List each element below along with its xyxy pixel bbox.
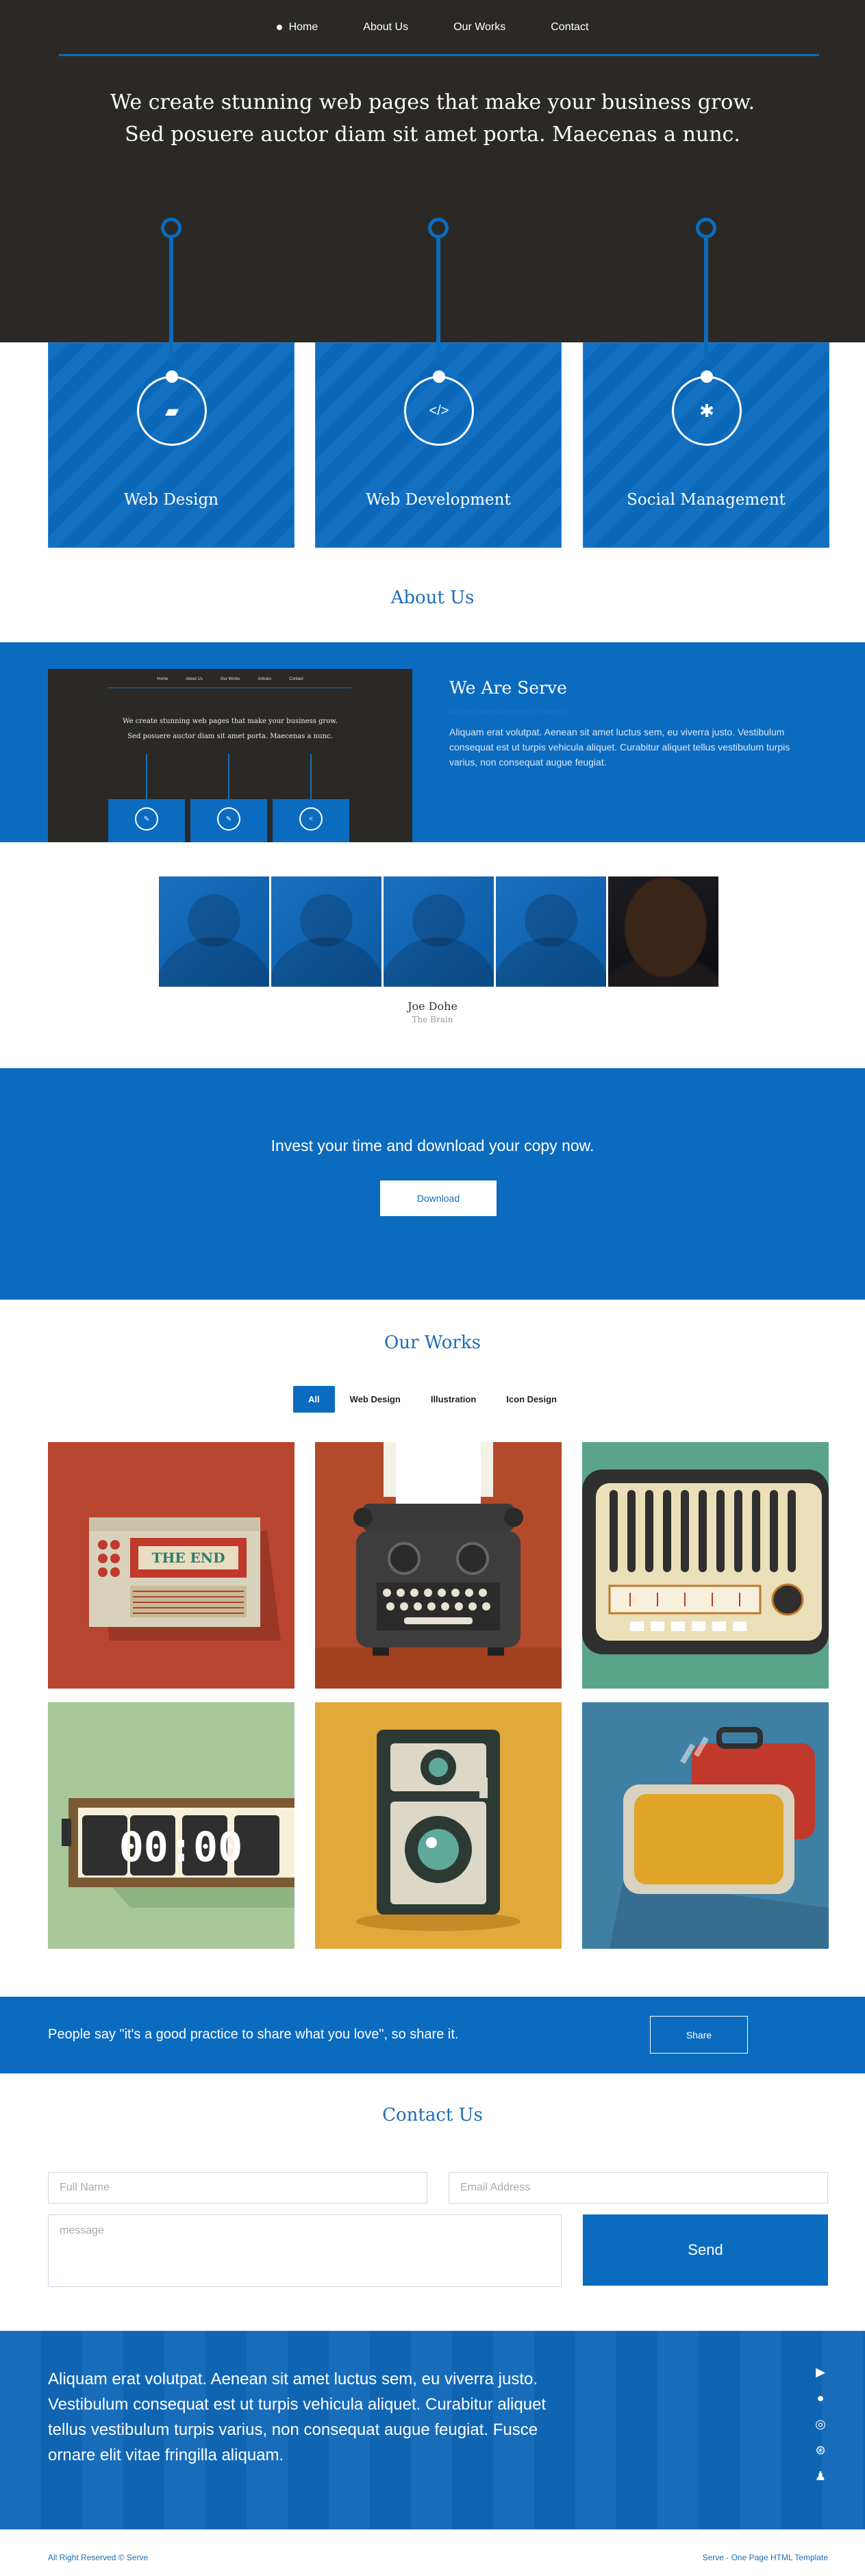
send-button[interactable]: Send (583, 2214, 828, 2286)
nav-item-works[interactable]: Our Works (431, 21, 528, 34)
bottom-bar: All Right Reserved © Serve Serve - One P… (0, 2536, 865, 2576)
filter-web-design[interactable]: Web Design (335, 1386, 416, 1413)
nav-item-about[interactable]: About Us (340, 21, 431, 34)
full-name-field[interactable] (48, 2172, 427, 2204)
clock-digits: 00:00 (119, 1823, 243, 1871)
about-body: Aliquam erat volutpat. Aenean sit amet l… (449, 727, 790, 768)
filter-icon-design[interactable]: Icon Design (491, 1386, 572, 1413)
nav-item-label: Contact (551, 21, 589, 33)
share-text: People say "it's a good practice to shar… (48, 2027, 459, 2042)
copyright: All Right Reserved © Serve (48, 2553, 149, 2562)
team-member-photo[interactable] (384, 876, 494, 987)
contact-heading: Contact Us (382, 2105, 483, 2125)
work-item[interactable] (582, 1442, 829, 1689)
camera-illustration (315, 1702, 562, 1949)
works-heading: Our Works (384, 1333, 481, 1353)
hero-line-2: Sed posuere auctor diam sit amet porta. … (125, 123, 740, 147)
nav-item-label: About Us (363, 21, 409, 33)
email-field[interactable] (449, 2172, 828, 2204)
work-item[interactable] (315, 1442, 562, 1689)
service-pin (48, 218, 294, 382)
message-field[interactable] (48, 2214, 562, 2287)
work-item[interactable]: 00:00 (48, 1702, 294, 1949)
about-heading: About Us (390, 588, 475, 608)
cta-text: Invest your time and download your copy … (271, 1137, 594, 1154)
social-links: ▶ ● ◎ ⊛ ♟ (812, 2364, 829, 2484)
suitcase-illustration (582, 1702, 829, 1949)
the-end-box-illustration: THE END (48, 1442, 294, 1689)
instagram-icon[interactable]: ◎ (812, 2416, 829, 2432)
template-credit[interactable]: Serve - One Page HTML Template (703, 2553, 828, 2562)
pin-ring-icon (696, 218, 716, 238)
eraser-icon: ✎ (135, 807, 158, 831)
share-banner: People say "it's a good practice to shar… (0, 1997, 865, 2073)
share-button[interactable]: Share (650, 2016, 748, 2054)
work-item[interactable] (582, 1702, 829, 1949)
hero-line-1: We create stunning web pages that make y… (110, 90, 755, 114)
footer-text: Aliquam erat volutpat. Aenean sit amet l… (48, 2370, 547, 2464)
service-title: Social Management (627, 491, 786, 509)
work-item[interactable]: THE END (48, 1442, 294, 1689)
team-member-name: Joe Dohe (408, 1000, 457, 1013)
box-label: THE END (152, 1550, 225, 1566)
about-title: We Are Serve (449, 678, 567, 698)
works-filter: All Web Design Illustration Icon Design (0, 1386, 865, 1413)
footer: Aliquam erat volutpat. Aenean sit amet l… (0, 2331, 865, 2529)
pin-ring-icon (428, 218, 449, 238)
nav-item-label: Home (288, 21, 318, 33)
typewriter-illustration (315, 1442, 562, 1689)
active-dot-icon (276, 25, 282, 30)
flickr-icon[interactable]: ● (812, 2390, 829, 2406)
dribbble-icon[interactable]: ⊛ (812, 2442, 829, 2458)
android-icon[interactable]: ♟ (812, 2468, 829, 2484)
filter-all[interactable]: All (293, 1386, 335, 1413)
service-title: Web Design (123, 491, 219, 509)
work-item[interactable] (315, 1702, 562, 1949)
nav-item-contact[interactable]: Contact (528, 21, 611, 34)
page: Home About Us Our Works Contact We creat… (0, 0, 865, 2576)
pencil-icon: ✎ (217, 807, 240, 831)
works-grid: THE END 00:00 (48, 1442, 829, 1949)
service-pin (315, 218, 562, 382)
main-nav: Home About Us Our Works Contact (0, 0, 865, 58)
team-member-photo[interactable] (496, 876, 606, 987)
youtube-icon[interactable]: ▶ (812, 2364, 829, 2380)
radio-illustration (582, 1442, 829, 1689)
nav-underline (59, 54, 819, 56)
hero-headline: We create stunning web pages that make y… (0, 86, 865, 151)
download-button[interactable]: Download (380, 1180, 497, 1216)
code-icon: </> (404, 376, 474, 446)
about-subtitle: We're a creative agency based in (449, 707, 571, 716)
team-member-photo[interactable] (271, 876, 381, 987)
flip-clock-illustration: 00:00 (48, 1702, 294, 1949)
service-title: Web Development (366, 491, 511, 509)
team-strip (159, 876, 718, 987)
eraser-icon: ▰ (137, 376, 207, 446)
asterisk-icon: ✱ (672, 376, 742, 446)
download-cta: Invest your time and download your copy … (0, 1068, 865, 1300)
preview-headline: We create stunning web pages that make y… (123, 718, 338, 740)
site-preview-image: Home About Us Our Works Articles Contact… (48, 669, 412, 842)
filter-illustration[interactable]: Illustration (416, 1386, 491, 1413)
team-member-photo-active[interactable] (608, 876, 718, 987)
team-member-photo[interactable] (159, 876, 269, 987)
share-icon: < (299, 807, 323, 831)
nav-item-home[interactable]: Home (254, 21, 341, 34)
pin-ring-icon (161, 218, 181, 238)
nav-item-label: Our Works (453, 21, 506, 33)
team-member-role: The Brain (412, 1015, 453, 1024)
service-pin (583, 218, 829, 382)
preview-nav: Home About Us Our Works Articles Contact (157, 677, 303, 681)
